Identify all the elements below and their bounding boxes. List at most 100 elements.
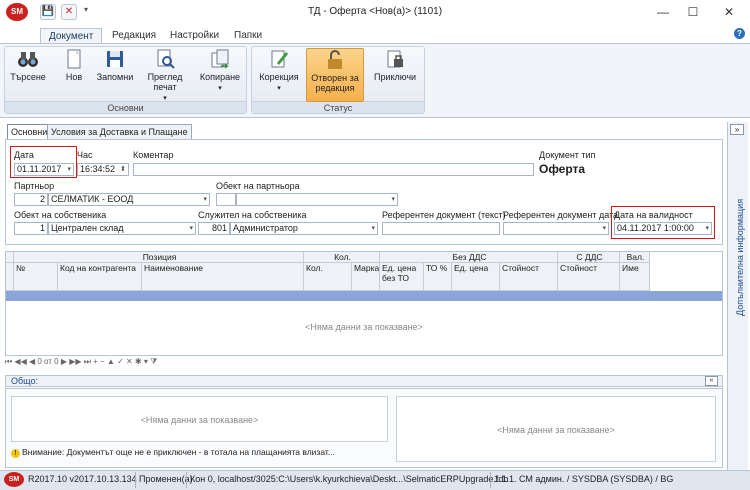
status-state: Променен(а) [139,474,193,484]
copy-label: Копиране [199,72,241,82]
open-for-edit-button[interactable]: Отворен за редакция [306,48,364,102]
warning-icon: ! [11,449,20,458]
column-unit-price[interactable]: Ед. цена [452,263,500,291]
column-to-percent[interactable]: ТО % [424,263,452,291]
grid-row-indicator [6,263,14,291]
search-button[interactable]: Търсене [8,48,48,100]
column-brand[interactable]: Марка [352,263,380,291]
copy-button[interactable]: Копиране ▾ [196,48,244,100]
column-number[interactable]: № [14,263,58,291]
owner-employee-field[interactable]: Администратор ▾ [230,222,378,235]
partner-object-label: Обект на партньора [216,181,300,191]
chevron-down-icon[interactable]: ▾ [371,223,375,234]
search-label: Търсене [10,72,46,82]
grid-group-without-vat: Без ДДС [380,252,558,263]
ref-doc-date-label: Референтен документ дата [503,210,619,220]
finish-label: Приключи [373,72,417,82]
time-label: Час [77,150,93,160]
chevron-down-icon[interactable]: ▾ [203,194,207,205]
warning-text: Внимание: Документът още не е приключен … [22,447,335,457]
doc-tab-delivery[interactable]: Условия за Доставка и Плащане [47,124,192,139]
status-separator [135,472,136,488]
table-row[interactable] [6,291,722,301]
chevron-down-icon[interactable]: ▾ [391,194,395,205]
chevron-down-icon[interactable]: ▾ [705,223,709,234]
grid-group-position: Позиция [14,252,304,263]
partner-name-field[interactable]: СЕЛМАТИК - ЕООД ▾ [48,193,210,206]
binoculars-icon [18,52,38,67]
summary-right-empty: <Няма данни за показване> [497,425,615,435]
time-value: 16:34:52 [80,164,116,174]
column-unit-price-without-to[interactable]: Ед. цена без ТО [380,263,424,291]
partner-name-value: СЕЛМАТИК - ЕООД [51,194,134,204]
side-panel-title[interactable]: Допълнителна информация [735,146,747,316]
chevron-down-icon: ▾ [277,85,281,92]
column-partner-code[interactable]: Код на контрагента [58,263,142,291]
spinner-icon[interactable]: ⬍ [120,164,126,175]
finish-document-icon [387,50,403,68]
partner-object-id-field[interactable] [216,193,236,206]
grid-group-qty: Кол. [304,252,380,263]
finish-button[interactable]: Приключи [368,48,422,100]
partner-id-field[interactable]: 2 [14,193,48,206]
owner-employee-value: Администратор [233,223,298,233]
summary-header: Общо: [5,375,723,387]
ref-doc-text-field[interactable] [382,222,500,235]
column-value-with-vat[interactable]: Стойност [558,263,620,291]
owner-object-id-field[interactable]: 1 [14,222,48,235]
edit-document-icon [271,50,288,68]
summary-left-empty: <Няма данни за показване> [140,415,259,425]
status-logo: SM [4,472,24,487]
doc-tab-main[interactable]: Основни [7,124,52,139]
column-currency-name[interactable]: Име [620,263,650,291]
grid-corner [6,252,14,263]
print-preview-label: Преглед печат [147,72,183,92]
status-separator [186,472,187,488]
ref-doc-date-field[interactable]: ▾ [503,222,609,235]
doc-type-value: Оферта [539,162,586,176]
close-button[interactable]: ✕ [715,4,743,20]
group-label-main: Основни [5,101,246,113]
tab-settings[interactable]: Настройки [162,28,227,44]
save-button[interactable]: Запомни [94,48,136,100]
doc-type-label: Документ тип [539,150,596,160]
owner-employee-id-field[interactable]: 801 [198,222,230,235]
correction-button[interactable]: Корекция ▾ [256,48,302,100]
window-title: ТД - Оферта <Нов(а)> (1101) [307,6,443,17]
owner-object-field[interactable]: Централен склад ▾ [48,222,196,235]
comment-field[interactable] [133,163,534,176]
status-separator [490,472,491,488]
maximize-button[interactable]: ☐ [679,4,707,20]
ref-doc-text-label: Референтен документ (текст) [382,210,506,220]
column-qty[interactable]: Кол. [304,263,352,291]
new-button[interactable]: Нов [60,48,88,100]
valid-date-label: Дата на валидност [614,210,693,220]
tab-folders[interactable]: Папки [226,28,270,44]
save-label: Запомни [96,72,134,82]
print-preview-button[interactable]: Преглед печат ▾ [140,48,190,102]
time-field[interactable]: 16:34:52 ⬍ [77,163,129,176]
minimize-button[interactable]: — [649,4,677,20]
date-label: Дата [14,150,34,160]
correction-label: Корекция [259,72,299,82]
grid-navigator[interactable]: ⏮ ◀◀ ◀ 0 от 0 ▶ ▶▶ ⏭ + − ▲ ✓ ✕ ✱ ▾ ⧩ [5,357,723,369]
group-label-status: Статус [252,101,424,113]
column-name[interactable]: Наименование [142,263,304,291]
date-field[interactable]: 01.11.2017 ▾ [14,163,74,176]
new-document-icon [67,49,81,69]
help-icon[interactable]: ? [734,28,745,39]
chevron-down-icon[interactable]: ▾ [67,164,71,175]
copy-icon [211,49,229,69]
status-version: R2017.10 v2017.10.13.134 [28,474,137,484]
summary-collapse-button[interactable]: « [705,376,718,386]
tab-edit[interactable]: Редакция [104,28,164,44]
comment-label: Коментар [133,150,174,160]
chevron-down-icon[interactable]: ▾ [189,223,193,234]
tab-document[interactable]: Документ [40,28,103,44]
partner-object-field[interactable]: ▾ [236,193,398,206]
column-value-without-vat[interactable]: Стойност [500,263,558,291]
valid-date-field[interactable]: 04.11.2017 1:00:00 ▾ [614,222,712,235]
side-panel-toggle[interactable]: » [730,124,744,135]
floppy-icon [107,51,123,67]
chevron-down-icon[interactable]: ▾ [602,223,606,234]
